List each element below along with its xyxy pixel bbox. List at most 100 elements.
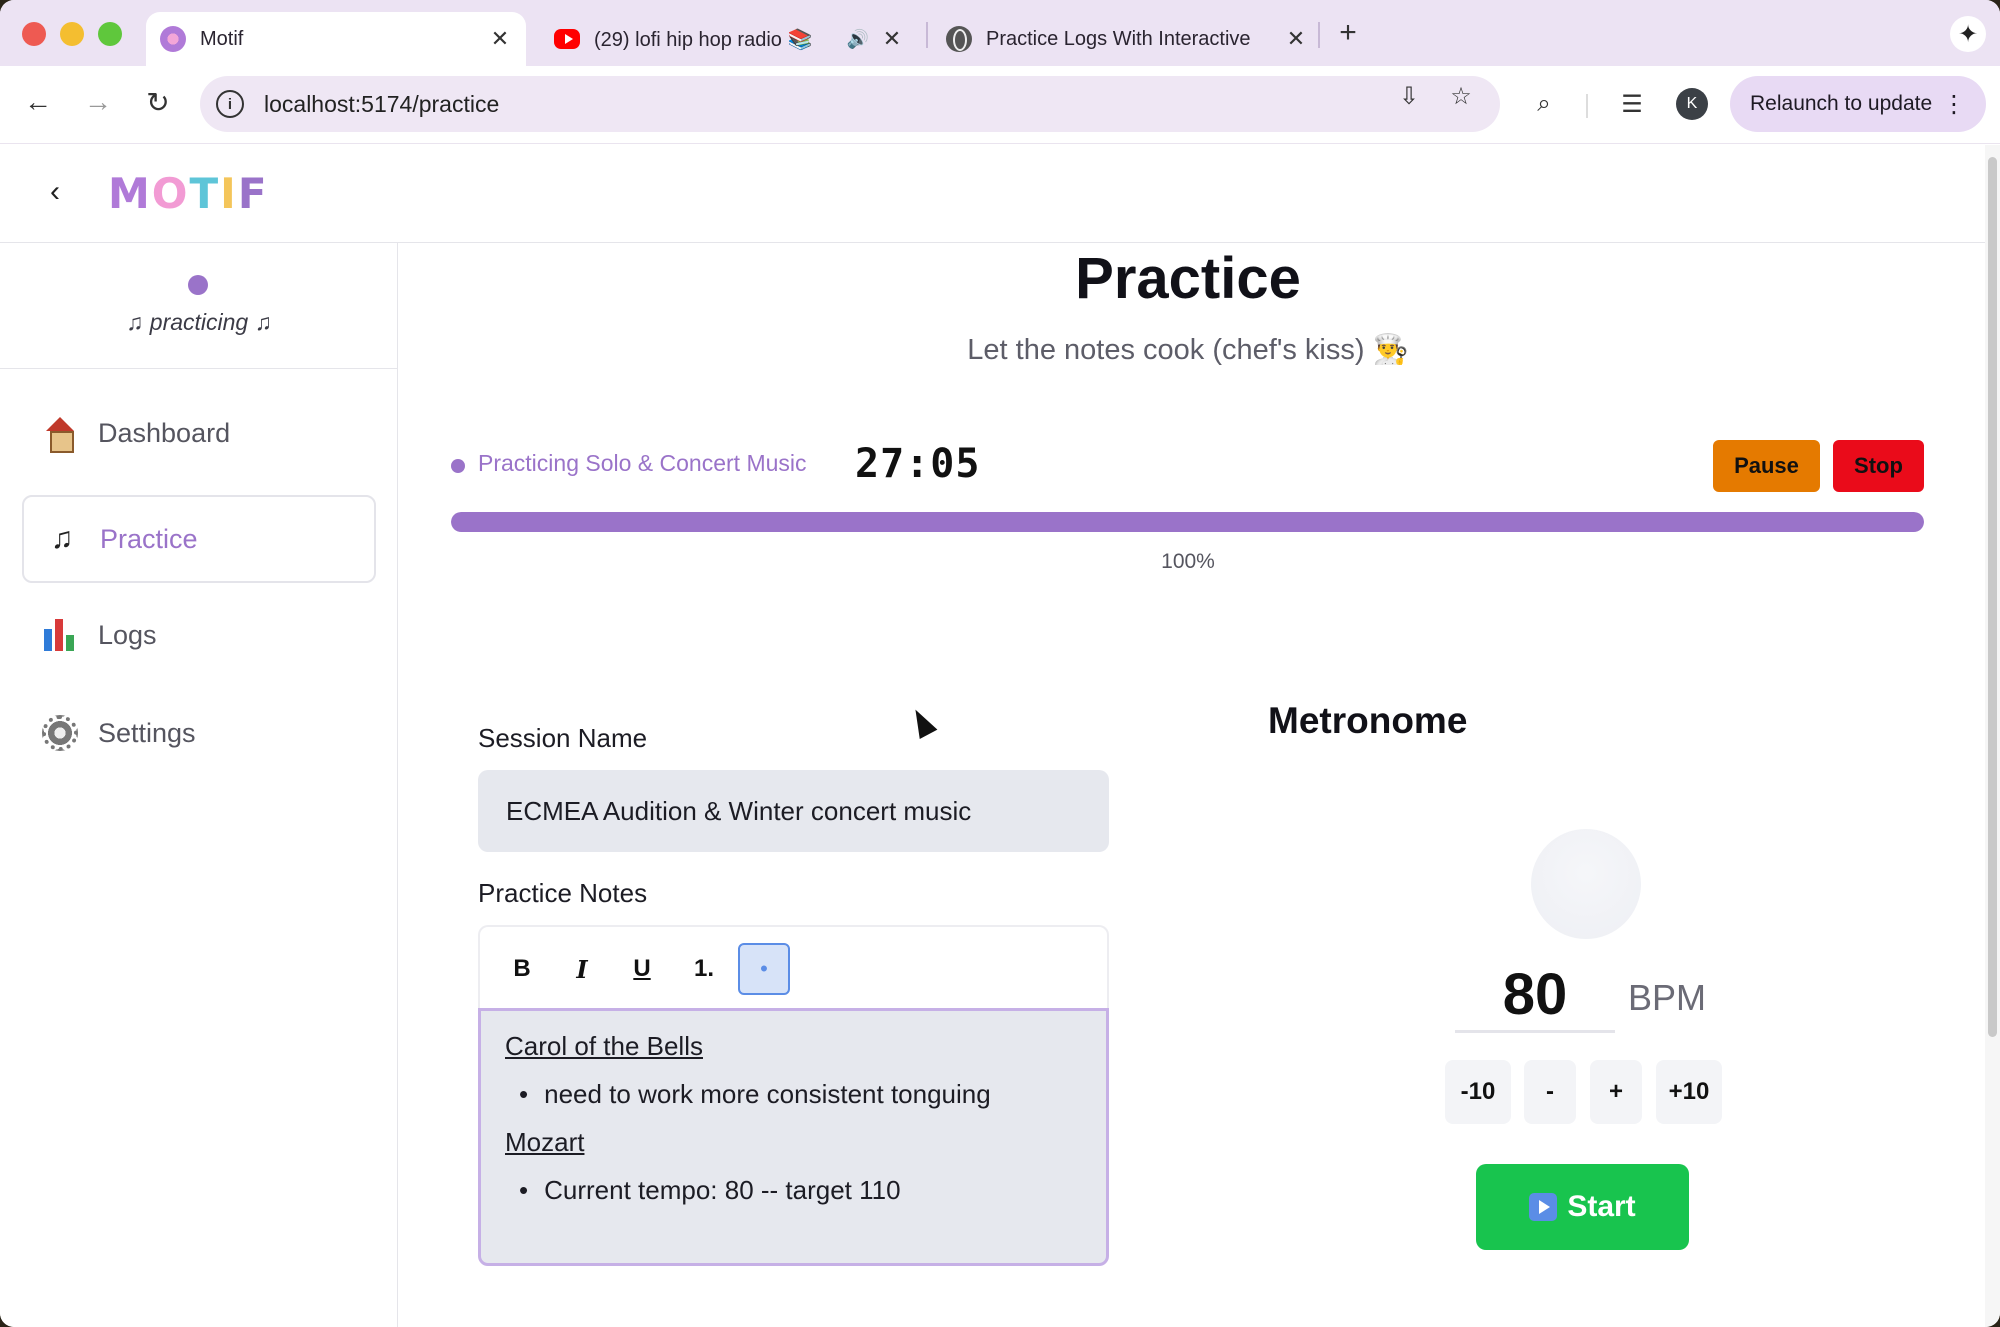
sidebar-item-logs[interactable]: Logs (22, 591, 376, 679)
underline-button[interactable]: U (616, 943, 668, 995)
practicing-indicator-dot (451, 459, 465, 473)
notes-format-toolbar: B I U 1. • (478, 925, 1109, 1009)
motif-logo[interactable]: MOTIF (108, 169, 269, 218)
tab-title: Practice Logs With Interactive (986, 27, 1251, 50)
progress-fill (451, 512, 1924, 532)
relaunch-label: Relaunch to update (1750, 92, 1933, 115)
bar-chart-icon (42, 617, 78, 653)
logo-letter: O (151, 169, 190, 218)
close-tab-icon[interactable]: ✕ (1284, 26, 1308, 52)
sidebar-item-label: Dashboard (98, 417, 231, 448)
tab-motif[interactable]: Motif ✕ (146, 12, 526, 66)
globe-icon (946, 26, 972, 52)
tab-separator (926, 22, 928, 48)
pause-button[interactable]: Pause (1713, 440, 1820, 492)
bookmark-star-icon[interactable]: ☆ (1446, 82, 1476, 111)
logo-letter: F (237, 169, 269, 218)
metronome-pulse-circle (1531, 829, 1641, 939)
progress-percent: 100% (1161, 550, 1215, 573)
browser-window: Motif ✕ (29) lofi hip hop radio 📚 🔊 ✕ Pr… (0, 0, 2000, 1327)
bpm-plus-1-button[interactable]: + (1590, 1060, 1642, 1124)
reload-icon[interactable]: ↻ (140, 86, 176, 119)
sidebar-item-practice[interactable]: ♫ Practice (22, 495, 376, 583)
status-dot (188, 275, 208, 295)
sidebar-item-label: Settings (98, 717, 196, 748)
italic-button[interactable]: I (556, 943, 608, 995)
browser-toolbar: ← → ↻ i localhost:5174/practice ⇩ ☆ ⌕ ☰ … (0, 66, 2000, 144)
maximize-window-button[interactable] (98, 22, 122, 46)
motif-favicon-icon (160, 26, 186, 52)
note-heading: Mozart (505, 1127, 585, 1157)
sparkle-icon[interactable]: ✦ (1950, 16, 1986, 52)
logo-letter: M (108, 169, 152, 218)
back-arrow-icon[interactable]: ← (20, 86, 56, 118)
sidebar: ♫ practicing ♫ Dashboard ♫ Practice Logs… (0, 243, 398, 1327)
bpm-minus-10-button[interactable]: -10 (1445, 1060, 1511, 1124)
bpm-plus-10-button[interactable]: +10 (1656, 1060, 1722, 1124)
tab-lofi[interactable]: (29) lofi hip hop radio 📚 🔊 ✕ (540, 12, 918, 66)
bold-button[interactable]: B (496, 943, 548, 995)
note-bullet: Current tempo: 80 -- target 110 (505, 1175, 1082, 1209)
media-queue-icon[interactable]: ☰ (1616, 90, 1648, 119)
status-box: ♫ practicing ♫ (0, 243, 398, 369)
start-label: Start (1567, 1190, 1636, 1223)
metronome-start-button[interactable]: Start (1476, 1164, 1689, 1250)
site-info-icon[interactable]: i (216, 90, 244, 118)
scrollbar-thumb[interactable] (1988, 157, 1997, 1037)
ordered-list-button[interactable]: 1. (678, 943, 730, 995)
session-name-label: Session Name (478, 723, 648, 753)
bpm-value[interactable]: 80 (1455, 961, 1615, 1033)
url-text[interactable]: localhost:5174/practice (264, 91, 499, 118)
mouse-cursor (906, 704, 938, 740)
logo-letter: T (189, 169, 221, 218)
logo-letter: I (220, 169, 238, 218)
status-text: ♫ practicing ♫ (126, 309, 272, 335)
gear-icon (42, 715, 78, 751)
sidebar-item-dashboard[interactable]: Dashboard (22, 389, 376, 477)
minimize-window-button[interactable] (60, 22, 84, 46)
audio-icon[interactable]: 🔊 (846, 29, 870, 50)
page-title: Practice (1075, 246, 1301, 311)
sidebar-item-label: Logs (98, 619, 157, 650)
new-tab-icon[interactable]: + (1330, 16, 1366, 50)
music-note-icon: ♫ (50, 522, 74, 555)
tab-separator (1318, 22, 1320, 48)
close-window-button[interactable] (22, 22, 46, 46)
youtube-icon (554, 29, 580, 49)
address-bar[interactable]: i localhost:5174/practice (200, 76, 1500, 132)
bullet-list-button[interactable]: • (738, 943, 790, 995)
practice-notes-editor[interactable]: Carol of the Bells need to work more con… (478, 1008, 1109, 1266)
note-heading: Carol of the Bells (505, 1031, 703, 1061)
tab-strip: Motif ✕ (29) lofi hip hop radio 📚 🔊 ✕ Pr… (0, 0, 2000, 66)
practice-notes-label: Practice Notes (478, 878, 648, 908)
relaunch-button[interactable]: Relaunch to update ⋮ (1730, 76, 1986, 132)
session-timer: 27:05 (855, 441, 981, 487)
profile-avatar[interactable]: K (1676, 88, 1708, 120)
current-session-label: Practicing Solo & Concert Music (478, 450, 807, 476)
forward-arrow-icon[interactable]: → (80, 86, 116, 118)
sidebar-item-settings[interactable]: Settings (22, 689, 376, 777)
session-name-input[interactable] (478, 770, 1109, 852)
search-tab-icon[interactable]: ⌕ (1528, 90, 1560, 118)
metronome-title: Metronome (1268, 700, 1468, 741)
close-tab-icon[interactable]: ✕ (880, 26, 904, 52)
progress-bar (451, 512, 1924, 532)
tab-practice-logs[interactable]: Practice Logs With Interactive ✕ (932, 12, 1322, 66)
install-app-icon[interactable]: ⇩ (1394, 82, 1424, 111)
page-scrollbar[interactable] (1985, 145, 2000, 1327)
more-menu-icon[interactable]: ⋮ (1942, 90, 1966, 119)
page-subtitle: Let the notes cook (chef's kiss) 👨‍🍳 (967, 334, 1409, 366)
house-icon (42, 415, 78, 453)
play-icon (1529, 1193, 1558, 1221)
page: ‹ MOTIF ♫ practicing ♫ Dashboard ♫ Pract… (0, 145, 1985, 1327)
toolbar-divider (1586, 94, 1588, 118)
tab-title: Motif (200, 27, 244, 50)
bpm-minus-1-button[interactable]: - (1524, 1060, 1576, 1124)
back-chevron-icon[interactable]: ‹ (50, 175, 60, 209)
stop-button[interactable]: Stop (1833, 440, 1924, 492)
app-header: ‹ MOTIF (0, 145, 1985, 243)
bpm-unit: BPM (1628, 977, 1707, 1018)
close-tab-icon[interactable]: ✕ (488, 26, 512, 52)
tab-title: (29) lofi hip hop radio 📚 (594, 28, 813, 51)
note-bullet: need to work more consistent tonguing (505, 1079, 1082, 1113)
